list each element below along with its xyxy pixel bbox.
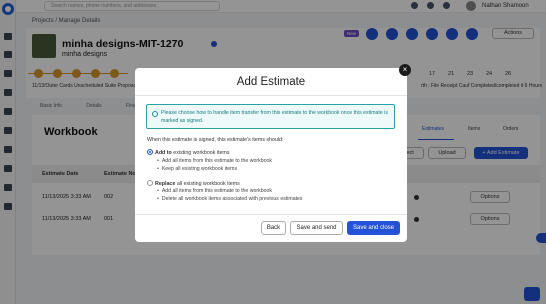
save-and-close-button[interactable]: Save and close (347, 221, 400, 235)
option-add-to-label[interactable]: Add to existing workbook items (155, 150, 230, 156)
prompt-text: When this estimate is signed, this estim… (147, 137, 284, 143)
close-icon[interactable]: × (399, 64, 411, 76)
divider (135, 214, 407, 215)
radio-add-to[interactable] (147, 149, 153, 155)
option-bullet: Add all items from this estimate to the … (157, 158, 272, 164)
notice-text: Please choose how to handle item transfe… (161, 110, 388, 124)
modal-title: Add Estimate (236, 76, 306, 88)
save-and-send-button[interactable]: Save and send (290, 221, 343, 235)
radio-replace[interactable] (147, 180, 153, 186)
info-circle-icon (152, 111, 158, 117)
option-bullet: Keep all existing workbook items (157, 166, 237, 172)
option-bullet: Delete all workbook items associated wit… (157, 196, 303, 202)
divider (135, 95, 407, 96)
option-replace-label[interactable]: Replace all existing workbook items (155, 181, 240, 187)
add-estimate-modal: Add Estimate Please choose how to handle… (135, 68, 407, 242)
option-bullet: Add all items from this estimate to the … (157, 188, 272, 194)
info-notice: Please choose how to handle item transfe… (146, 104, 395, 129)
back-button[interactable]: Back (261, 221, 286, 235)
